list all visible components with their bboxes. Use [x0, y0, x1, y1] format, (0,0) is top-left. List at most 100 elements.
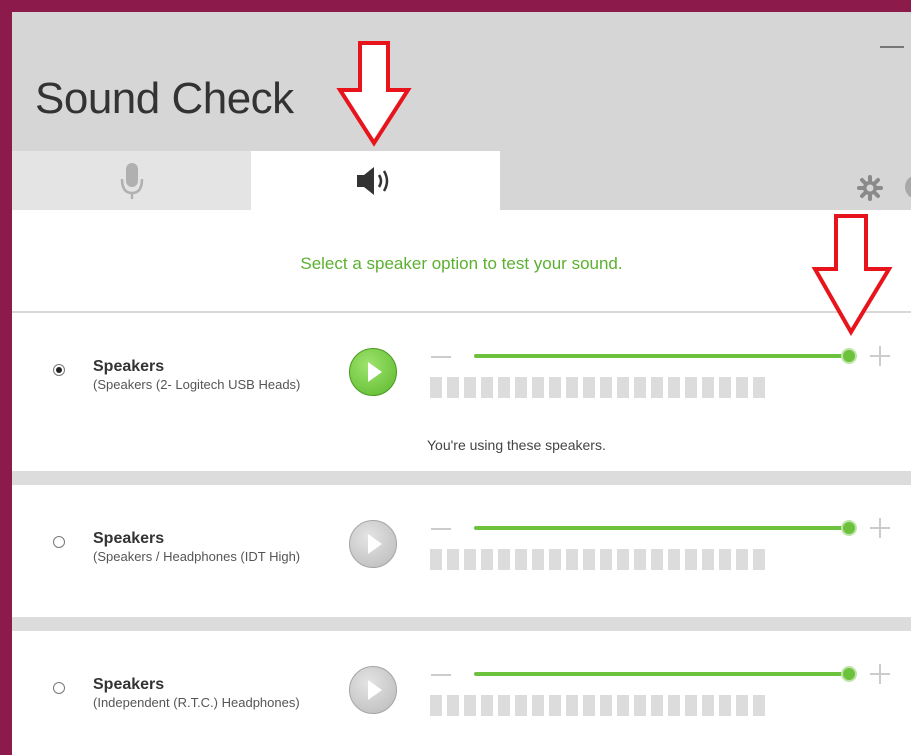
play-test-button[interactable] — [349, 520, 397, 568]
volume-slider[interactable] — [474, 354, 852, 358]
speaker-icon — [356, 166, 388, 195]
meter-segment — [668, 549, 680, 570]
meter-segment — [481, 695, 493, 716]
meter-segment — [583, 549, 595, 570]
device-name: Speakers — [93, 530, 165, 547]
meter-segment — [651, 549, 663, 570]
meter-segment — [549, 695, 561, 716]
divider — [12, 311, 911, 313]
meter-segment — [566, 377, 578, 398]
volume-down-button[interactable] — [431, 356, 451, 358]
sound-level-meter — [430, 695, 765, 716]
meter-segment — [600, 549, 612, 570]
volume-down-button[interactable] — [431, 674, 451, 676]
meter-segment — [736, 377, 748, 398]
meter-segment — [464, 377, 476, 398]
sound-level-meter — [430, 549, 765, 570]
volume-down-button[interactable] — [431, 528, 451, 530]
volume-slider-handle[interactable] — [841, 348, 857, 364]
meter-segment — [515, 549, 527, 570]
meter-segment — [719, 377, 731, 398]
volume-slider[interactable] — [474, 672, 852, 676]
meter-segment — [583, 377, 595, 398]
meter-segment — [515, 377, 527, 398]
meter-segment — [532, 695, 544, 716]
meter-segment — [702, 377, 714, 398]
meter-segment — [481, 377, 493, 398]
meter-segment — [702, 549, 714, 570]
separator-band — [12, 617, 911, 631]
meter-segment — [617, 549, 629, 570]
meter-segment — [430, 549, 442, 570]
meter-segment — [685, 695, 697, 716]
meter-segment — [668, 377, 680, 398]
meter-segment — [583, 695, 595, 716]
meter-segment — [481, 549, 493, 570]
meter-segment — [498, 695, 510, 716]
meter-segment — [651, 695, 663, 716]
meter-segment — [464, 549, 476, 570]
minimize-button[interactable] — [880, 32, 904, 62]
meter-segment — [736, 549, 748, 570]
microphone-icon — [120, 162, 143, 199]
device-description: (Speakers / Headphones (IDT High) — [93, 549, 301, 564]
annotation-arrow-volume — [811, 214, 893, 336]
meter-segment — [600, 377, 612, 398]
meter-segment — [600, 695, 612, 716]
volume-slider-handle[interactable] — [841, 666, 857, 682]
meter-segment — [447, 549, 459, 570]
meter-segment — [498, 549, 510, 570]
meter-segment — [702, 695, 714, 716]
volume-slider-handle[interactable] — [841, 520, 857, 536]
volume-slider[interactable] — [474, 526, 852, 530]
meter-segment — [634, 377, 646, 398]
meter-segment — [668, 695, 680, 716]
tab-microphone[interactable] — [12, 151, 251, 210]
separator-band — [12, 471, 911, 485]
meter-segment — [753, 695, 765, 716]
meter-segment — [515, 695, 527, 716]
device-description: (Speakers (2- Logitech USB Heads) — [93, 377, 301, 392]
meter-segment — [634, 549, 646, 570]
meter-segment — [566, 695, 578, 716]
meter-segment — [634, 695, 646, 716]
meter-segment — [566, 549, 578, 570]
meter-segment — [447, 695, 459, 716]
sound-level-meter — [430, 377, 765, 398]
volume-up-button[interactable] — [870, 518, 890, 538]
meter-segment — [430, 695, 442, 716]
meter-segment — [719, 695, 731, 716]
meter-segment — [651, 377, 663, 398]
meter-segment — [753, 549, 765, 570]
volume-up-button[interactable] — [870, 346, 890, 366]
meter-segment — [498, 377, 510, 398]
meter-segment — [464, 695, 476, 716]
meter-segment — [549, 377, 561, 398]
header: Sound Check — [12, 12, 911, 210]
help-icon[interactable] — [905, 175, 911, 199]
gear-icon[interactable] — [857, 175, 883, 201]
radio-speaker-1[interactable] — [53, 364, 65, 376]
device-description: (Independent (R.T.C.) Headphones) — [93, 695, 300, 710]
instruction-text: Select a speaker option to test your sou… — [300, 254, 623, 273]
meter-segment — [685, 377, 697, 398]
meter-segment — [430, 377, 442, 398]
device-name: Speakers — [93, 676, 165, 693]
sound-check-window: Sound Check Select a speaker option to t… — [12, 12, 911, 755]
play-test-button[interactable] — [349, 348, 397, 396]
meter-segment — [753, 377, 765, 398]
radio-speaker-2[interactable] — [53, 536, 65, 548]
meter-segment — [532, 549, 544, 570]
radio-speaker-3[interactable] — [53, 682, 65, 694]
meter-segment — [549, 549, 561, 570]
meter-segment — [447, 377, 459, 398]
volume-up-button[interactable] — [870, 664, 890, 684]
meter-segment — [719, 549, 731, 570]
page-title: Sound Check — [35, 74, 294, 123]
status-text: You're using these speakers. — [427, 437, 606, 453]
play-test-button[interactable] — [349, 666, 397, 714]
meter-segment — [685, 549, 697, 570]
meter-segment — [736, 695, 748, 716]
meter-segment — [617, 695, 629, 716]
tab-speakers[interactable] — [251, 151, 500, 210]
